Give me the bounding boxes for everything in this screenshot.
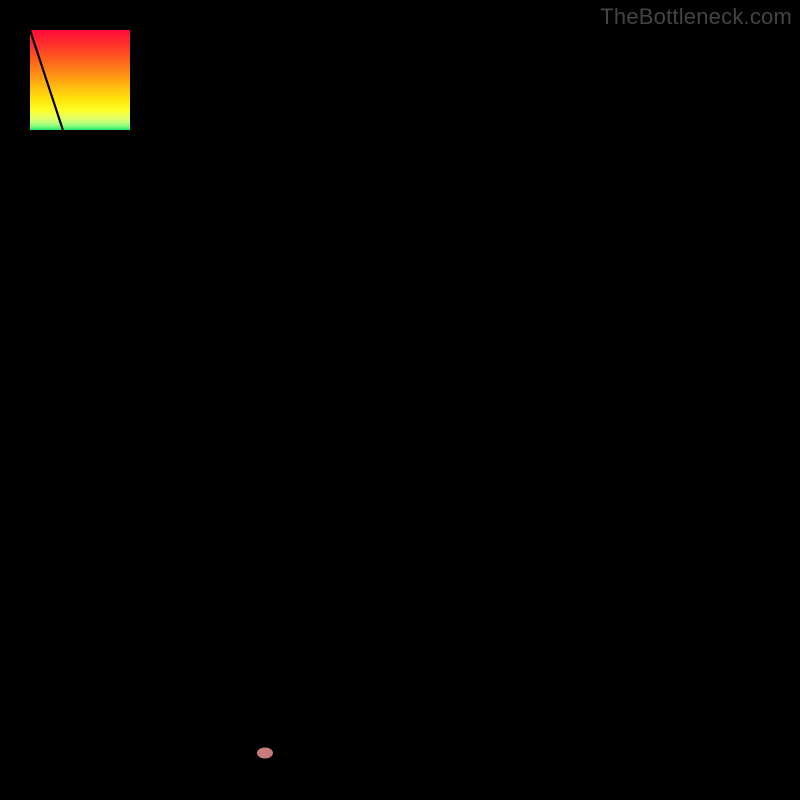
minimum-marker-dot xyxy=(257,747,273,758)
gradient-background xyxy=(30,30,770,770)
watermark-text: TheBottleneck.com xyxy=(600,4,792,30)
chart-plot-area xyxy=(30,30,770,770)
